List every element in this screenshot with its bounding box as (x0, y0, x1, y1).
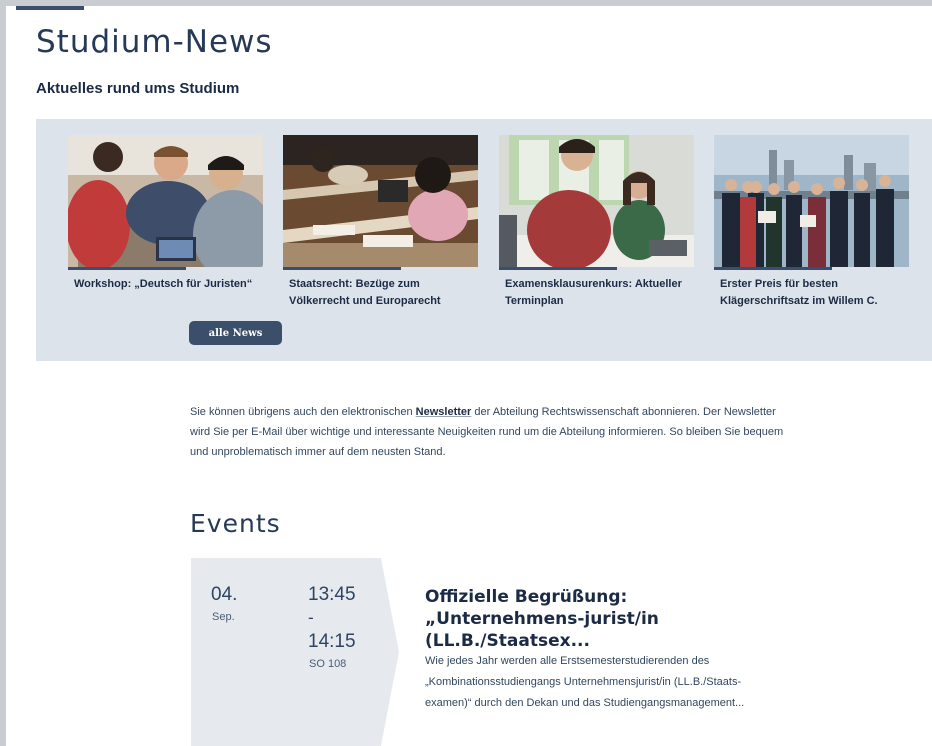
event-time-separator: - (308, 608, 314, 627)
news-title[interactable]: Staatsrecht: Bezüge zum Völkerrecht und … (289, 276, 478, 310)
events-heading: Events (190, 509, 281, 538)
news-image-award[interactable] (714, 135, 909, 267)
page-subtitle: Aktuelles rund ums Studium (36, 80, 240, 97)
news-image-workshop[interactable] (68, 135, 263, 267)
event-day: 04. (211, 584, 238, 605)
news-image-library[interactable] (499, 135, 694, 267)
news-title[interactable]: Examensklausurenkurs: Aktueller Terminpl… (505, 276, 694, 310)
card-accent-line (714, 267, 832, 270)
page-title: Studium-News (36, 24, 273, 60)
news-carousel: Workshop: „Deutsch für Juristen“ Staatsr… (36, 119, 932, 361)
event-date-block[interactable]: 04. Sep. 13:45 - 14:15 SO 108 (191, 558, 399, 746)
newsletter-text-before: Sie können übrigens auch den elektronisc… (190, 406, 416, 418)
news-card[interactable]: Workshop: „Deutsch für Juristen“ (68, 135, 263, 293)
news-card[interactable]: Erster Preis für besten Klägerschriftsat… (714, 135, 909, 310)
news-image-lecture-hall[interactable] (283, 135, 478, 267)
all-news-button[interactable]: alle News (189, 321, 282, 345)
event-end-time: 14:15 (308, 631, 356, 652)
event-start-time: 13:45 (308, 584, 356, 605)
event-month: Sep. (212, 611, 235, 623)
event-title[interactable]: Offizielle Begrüßung: „Unternehmens-juri… (425, 586, 755, 652)
news-card[interactable]: Examensklausurenkurs: Aktueller Terminpl… (499, 135, 694, 310)
card-accent-line (283, 267, 401, 270)
news-title[interactable]: Erster Preis für besten Klägerschriftsat… (720, 276, 909, 310)
news-card[interactable]: Staatsrecht: Bezüge zum Völkerrecht und … (283, 135, 478, 310)
card-accent-line (499, 267, 617, 270)
accent-bar (16, 6, 84, 10)
news-title[interactable]: Workshop: „Deutsch für Juristen“ (74, 276, 263, 293)
newsletter-paragraph: Sie können übrigens auch den elektronisc… (190, 402, 790, 462)
newsletter-link[interactable]: Newsletter (416, 406, 472, 418)
card-accent-line (68, 267, 186, 270)
event-room: SO 108 (309, 658, 347, 670)
event-description: Wie jedes Jahr werden alle Erstsemesters… (425, 655, 745, 709)
